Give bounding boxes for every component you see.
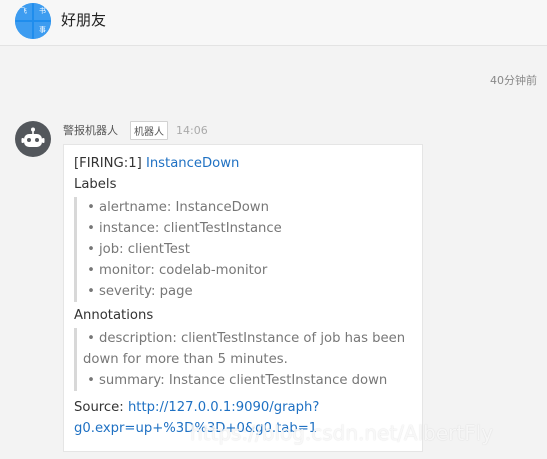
chat-header: 飞 书 事 好朋友	[0, 0, 547, 46]
list-item: • job: clientTest	[87, 242, 190, 257]
robot-icon	[21, 127, 45, 147]
list-item: • instance: clientTestInstance	[87, 221, 282, 236]
list-item: • description: clientTestInstance of job …	[87, 331, 406, 346]
source-link[interactable]: http://127.0.0.1:9090/graph?	[128, 400, 319, 415]
firing-status: [FIRING:1]	[74, 156, 142, 171]
list-item: • summary: Instance clientTestInstance do…	[87, 373, 388, 388]
list-item: • alertname: InstanceDown	[87, 200, 269, 215]
avatar-glyph	[15, 22, 32, 39]
bot-avatar[interactable]	[15, 121, 51, 157]
annotation-text: description: clientTestInstance of job h…	[99, 331, 406, 346]
bot-badge: 机器人	[130, 120, 168, 140]
avatar-glyph: 事	[34, 22, 51, 39]
labels-heading: Labels	[74, 177, 117, 192]
alert-title-line: [FIRING:1] InstanceDown	[74, 153, 412, 174]
label-text: monitor: codelab-monitor	[99, 263, 268, 278]
message-bubble: [FIRING:1] InstanceDown Labels • alertnam…	[63, 144, 423, 452]
alert-name-link[interactable]: InstanceDown	[146, 156, 239, 171]
label-text: alertname: InstanceDown	[99, 200, 269, 215]
labels-list: • alertname: InstanceDown • instance: clie…	[74, 197, 412, 302]
message-time: 14:06	[176, 123, 208, 137]
chat-title[interactable]: 好朋友	[61, 9, 106, 30]
group-avatar[interactable]: 飞 书 事	[15, 3, 51, 39]
message-meta: 警报机器人 机器人 14:06	[63, 120, 208, 140]
annotations-heading: Annotations	[74, 308, 154, 323]
avatar-glyph: 书	[34, 3, 51, 20]
avatar-glyph: 飞	[15, 3, 32, 20]
source-line: Source: http://127.0.0.1:9090/graph?	[74, 397, 412, 418]
list-item: • monitor: codelab-monitor	[87, 263, 268, 278]
label-text: severity: page	[99, 284, 193, 299]
sender-name[interactable]: 警报机器人	[63, 122, 118, 138]
time-divider: 40分钟前	[490, 74, 537, 87]
annotations-list: • description: clientTestInstance of job …	[74, 328, 412, 391]
list-item: • severity: page	[87, 284, 193, 299]
label-text: job: clientTest	[99, 242, 190, 257]
source-label: Source:	[74, 400, 124, 415]
annotation-text: summary: Instance clientTestInstance dow…	[99, 373, 388, 388]
watermark: https://blog.csdn.net/AlbertFly	[190, 421, 494, 445]
label-text: instance: clientTestInstance	[99, 221, 282, 236]
annotation-text-continued: down for more than 5 minutes.	[83, 352, 288, 367]
